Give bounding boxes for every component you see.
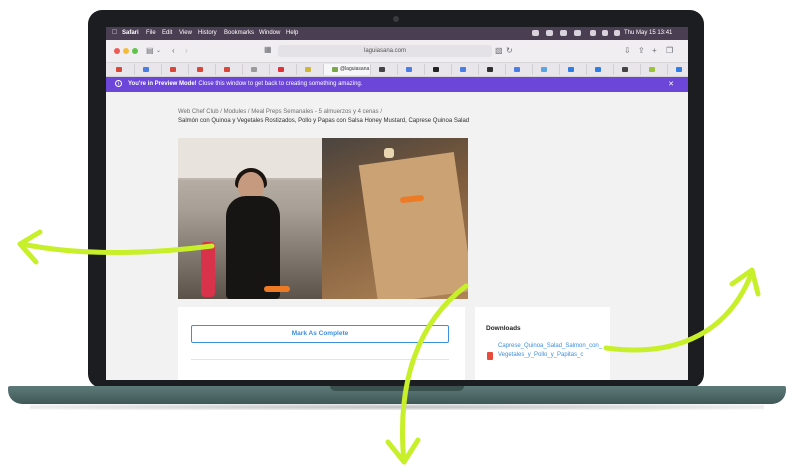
- annotation-arrows: [17, 229, 761, 465]
- arrow-left: [19, 241, 215, 255]
- arrow-down: [399, 283, 469, 465]
